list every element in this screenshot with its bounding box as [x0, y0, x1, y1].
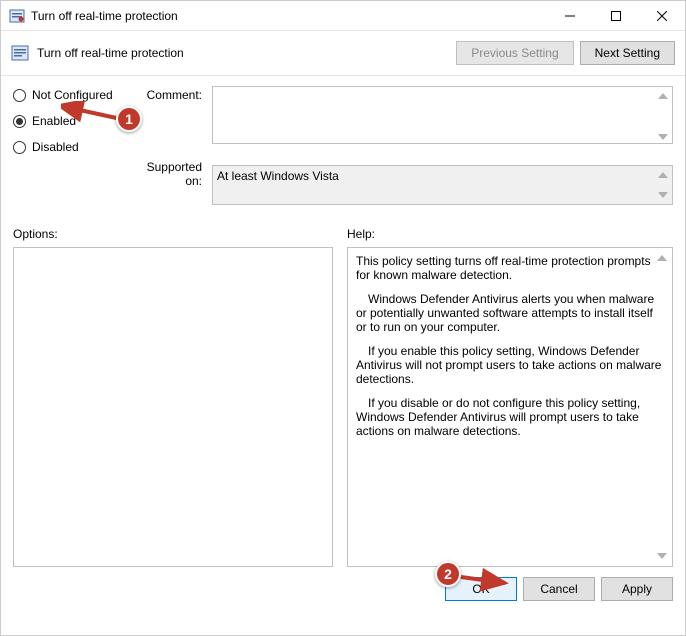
content-area: Not Configured Enabled Disabled Comment:…	[1, 76, 685, 567]
minimize-button[interactable]	[547, 1, 593, 31]
cancel-button[interactable]: Cancel	[523, 577, 595, 601]
state-radio-group: Not Configured Enabled Disabled	[13, 86, 128, 154]
radio-label: Not Configured	[32, 88, 113, 102]
window-title: Turn off real-time protection	[31, 9, 547, 23]
window-controls	[547, 1, 685, 30]
help-paragraph: If you enable this policy setting, Windo…	[356, 344, 664, 386]
field-values: At least Windows Vista	[212, 86, 673, 205]
radio-icon	[13, 115, 26, 128]
radio-label: Disabled	[32, 140, 79, 154]
supported-on-display: At least Windows Vista	[212, 165, 673, 205]
header-row: Turn off real-time protection Previous S…	[1, 31, 685, 76]
help-paragraph: Windows Defender Antivirus alerts you wh…	[356, 292, 664, 334]
help-label: Help:	[347, 227, 673, 241]
titlebar: Turn off real-time protection	[1, 1, 685, 31]
options-section: Options:	[13, 227, 333, 567]
maximize-button[interactable]	[593, 1, 639, 31]
comment-label: Comment:	[134, 86, 202, 102]
field-labels: Comment: Supported on:	[134, 86, 206, 188]
radio-icon	[13, 89, 26, 102]
supported-label: Supported on:	[134, 158, 202, 188]
apply-button[interactable]: Apply	[601, 577, 673, 601]
radio-not-configured[interactable]: Not Configured	[13, 88, 128, 102]
radio-disabled[interactable]: Disabled	[13, 140, 128, 154]
help-paragraph: If you disable or do not configure this …	[356, 396, 664, 438]
help-panel: This policy setting turns off real-time …	[347, 247, 673, 567]
ok-button[interactable]: OK	[445, 577, 517, 601]
previous-setting-button[interactable]: Previous Setting	[456, 41, 573, 65]
close-button[interactable]	[639, 1, 685, 31]
policy-icon	[9, 8, 25, 24]
dialog-footer: 2 OK Cancel Apply	[1, 567, 685, 613]
help-section: Help: This policy setting turns off real…	[347, 227, 673, 567]
comment-textarea[interactable]	[212, 86, 673, 144]
options-label: Options:	[13, 227, 333, 241]
help-paragraph: This policy setting turns off real-time …	[356, 254, 664, 282]
next-setting-button[interactable]: Next Setting	[580, 41, 675, 65]
policy-title: Turn off real-time protection	[37, 46, 456, 60]
radio-label: Enabled	[32, 114, 76, 128]
radio-icon	[13, 141, 26, 154]
radio-enabled[interactable]: Enabled	[13, 114, 128, 128]
options-panel	[13, 247, 333, 567]
policy-icon-large	[11, 44, 29, 62]
scroll-down-icon	[654, 548, 670, 564]
